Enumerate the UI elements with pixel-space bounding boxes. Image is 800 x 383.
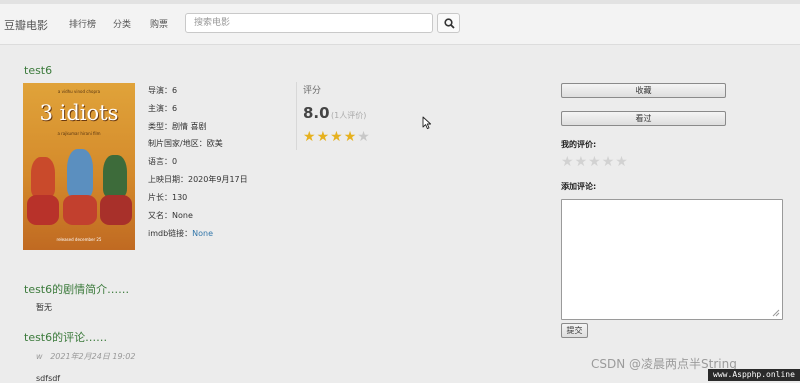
info-label: 上映日期： <box>148 175 188 184</box>
movie-title: test6 <box>24 64 53 77</box>
rating-score: 8.0 <box>303 104 330 122</box>
comment-meta: w 2021年2月24日 19:02 <box>36 351 135 362</box>
info-release-date: 上映日期：2020年9月17日 <box>148 174 248 185</box>
rating-count: (1人评价) <box>331 111 367 120</box>
movie-poster: a vidhu vinod chopra 3 idiots a rajkumar… <box>23 83 135 250</box>
comment-textarea[interactable] <box>561 199 783 320</box>
info-language: 语言：0 <box>148 156 177 167</box>
nav-link-categories[interactable]: 分类 <box>113 17 131 30</box>
navbar: 豆瓣电影 排行榜 分类 购票 搜索电影 <box>0 0 800 45</box>
star-icon: ★ <box>357 129 371 145</box>
info-label: 又名： <box>148 211 172 220</box>
info-label: 片长： <box>148 193 172 202</box>
rating-label: 评分 <box>303 86 322 96</box>
poster-top-text: a vidhu vinod chopra <box>57 89 101 94</box>
imdb-link[interactable]: None <box>192 229 213 238</box>
rating-stars: ★★★★★ <box>303 129 371 145</box>
info-value: 剧情 喜剧 <box>172 122 207 131</box>
comment-time: 2021年2月24日 19:02 <box>50 352 136 361</box>
info-label: 制片国家/地区： <box>148 139 207 148</box>
star-icon[interactable]: ★ <box>588 154 602 170</box>
search-icon <box>444 18 455 29</box>
site-brand[interactable]: 豆瓣电影 <box>4 17 48 33</box>
star-icon[interactable]: ★ <box>561 154 575 170</box>
add-comment-label: 添加评论: <box>561 182 597 191</box>
info-label: 类型： <box>148 122 172 131</box>
info-director: 导演：6 <box>148 85 177 96</box>
info-value: 2020年9月17日 <box>188 175 248 184</box>
poster-figure <box>103 155 127 197</box>
star-icon[interactable]: ★ <box>615 154 629 170</box>
info-imdb: imdb链接：None <box>148 228 213 239</box>
collect-button[interactable]: 收藏 <box>561 83 726 98</box>
info-label: 主演： <box>148 104 172 113</box>
search-button[interactable] <box>437 13 460 33</box>
browser-edge <box>0 0 800 4</box>
poster-scooter <box>100 195 132 225</box>
info-aka: 又名：None <box>148 210 193 221</box>
nav-link-ranking[interactable]: 排行榜 <box>69 17 96 30</box>
info-runtime: 片长：130 <box>148 192 187 203</box>
star-icon: ★ <box>330 129 344 145</box>
star-icon[interactable]: ★ <box>575 154 589 170</box>
poster-figure <box>31 157 55 197</box>
info-value: 6 <box>172 86 178 95</box>
info-label: 语言： <box>148 157 172 166</box>
my-rating-label: 我的评价: <box>561 140 597 149</box>
comment-author: w <box>36 352 43 361</box>
star-icon: ★ <box>316 129 331 145</box>
comment-text: sdfsdf <box>36 374 61 383</box>
poster-scooter <box>27 195 59 225</box>
poster-scooter <box>63 195 97 225</box>
info-country: 制片国家/地区：欧美 <box>148 138 223 149</box>
watched-button[interactable]: 看过 <box>561 111 726 126</box>
star-icon: ★ <box>303 129 317 145</box>
info-value: 130 <box>172 193 188 202</box>
plot-text: 暂无 <box>36 303 52 312</box>
my-rating-stars[interactable]: ★★★★★ <box>561 154 629 170</box>
info-value: 6 <box>172 104 178 113</box>
info-cast: 主演：6 <box>148 103 177 114</box>
info-label: 导演： <box>148 86 172 95</box>
star-icon: ★ <box>343 129 358 145</box>
submit-button[interactable]: 提交 <box>561 323 588 338</box>
info-genre: 类型：剧情 喜剧 <box>148 121 207 132</box>
info-value: 0 <box>172 157 178 166</box>
info-label: imdb链接： <box>148 229 193 238</box>
plot-heading: test6的剧情简介…… <box>24 283 130 296</box>
resize-grip-icon[interactable] <box>772 309 780 317</box>
nav-link-tickets[interactable]: 购票 <box>150 17 168 30</box>
poster-figure <box>67 149 93 197</box>
poster-release-text: released december 25 <box>56 237 102 242</box>
rating-divider <box>296 82 297 150</box>
poster-title: 3 idiots <box>39 101 119 125</box>
site-badge: www.Aspphp.online <box>708 369 800 381</box>
star-icon[interactable]: ★ <box>602 154 616 170</box>
poster-sub-text: a rajkumar hirani film <box>57 131 101 136</box>
search-input[interactable]: 搜索电影 <box>185 13 433 33</box>
mouse-cursor-icon <box>422 116 432 130</box>
info-value: 欧美 <box>206 139 223 148</box>
info-value: None <box>172 211 193 220</box>
comments-heading: test6的评论…… <box>24 331 108 344</box>
